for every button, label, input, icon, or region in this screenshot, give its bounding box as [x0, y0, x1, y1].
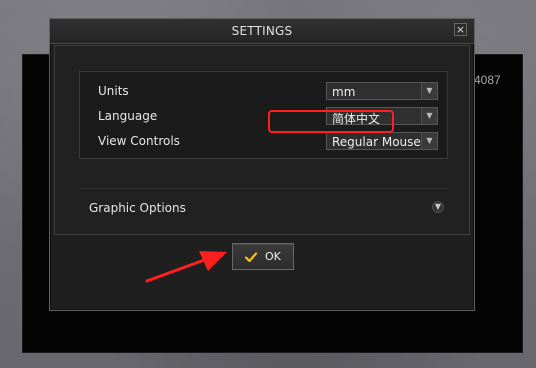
ok-button[interactable]: OK [232, 243, 294, 270]
background-counter: 4087 [474, 73, 501, 87]
units-label: Units [98, 84, 129, 98]
view-controls-label: View Controls [98, 134, 180, 148]
view-controls-row: View Controls Regular Mouse ▼ [98, 132, 438, 150]
units-select[interactable]: mm ▼ [326, 82, 438, 100]
close-icon: × [455, 23, 466, 36]
units-value: mm [332, 85, 356, 99]
ok-label: OK [265, 250, 281, 263]
graphic-options-row[interactable]: Graphic Options ▼ [79, 188, 448, 215]
units-row: Units mm ▼ [98, 82, 438, 100]
dialog-titlebar: SETTINGS × [50, 19, 474, 44]
language-select[interactable]: 简体中文 ▼ [326, 107, 438, 126]
settings-dialog: SETTINGS × Units mm ▼ Language 简体中文 ▼ Vi… [49, 18, 475, 311]
settings-content-frame: Units mm ▼ Language 简体中文 ▼ View Controls… [54, 45, 470, 235]
language-value: 简体中文 [332, 112, 381, 126]
language-row: Language 简体中文 ▼ [98, 107, 438, 126]
chevron-down-circle-icon[interactable]: ▼ [432, 201, 444, 213]
chevron-down-icon: ▼ [421, 108, 437, 124]
dialog-title: SETTINGS [231, 24, 293, 38]
checkmark-icon [244, 252, 258, 263]
chevron-down-icon: ▼ [421, 83, 437, 99]
chevron-down-icon: ▼ [421, 133, 437, 149]
graphic-options-label: Graphic Options [89, 201, 186, 215]
view-controls-value: Regular Mouse [332, 135, 421, 149]
language-label: Language [98, 109, 158, 123]
close-button[interactable]: × [454, 23, 467, 36]
view-controls-select[interactable]: Regular Mouse ▼ [326, 132, 438, 150]
settings-group: Units mm ▼ Language 简体中文 ▼ View Controls… [79, 71, 448, 159]
